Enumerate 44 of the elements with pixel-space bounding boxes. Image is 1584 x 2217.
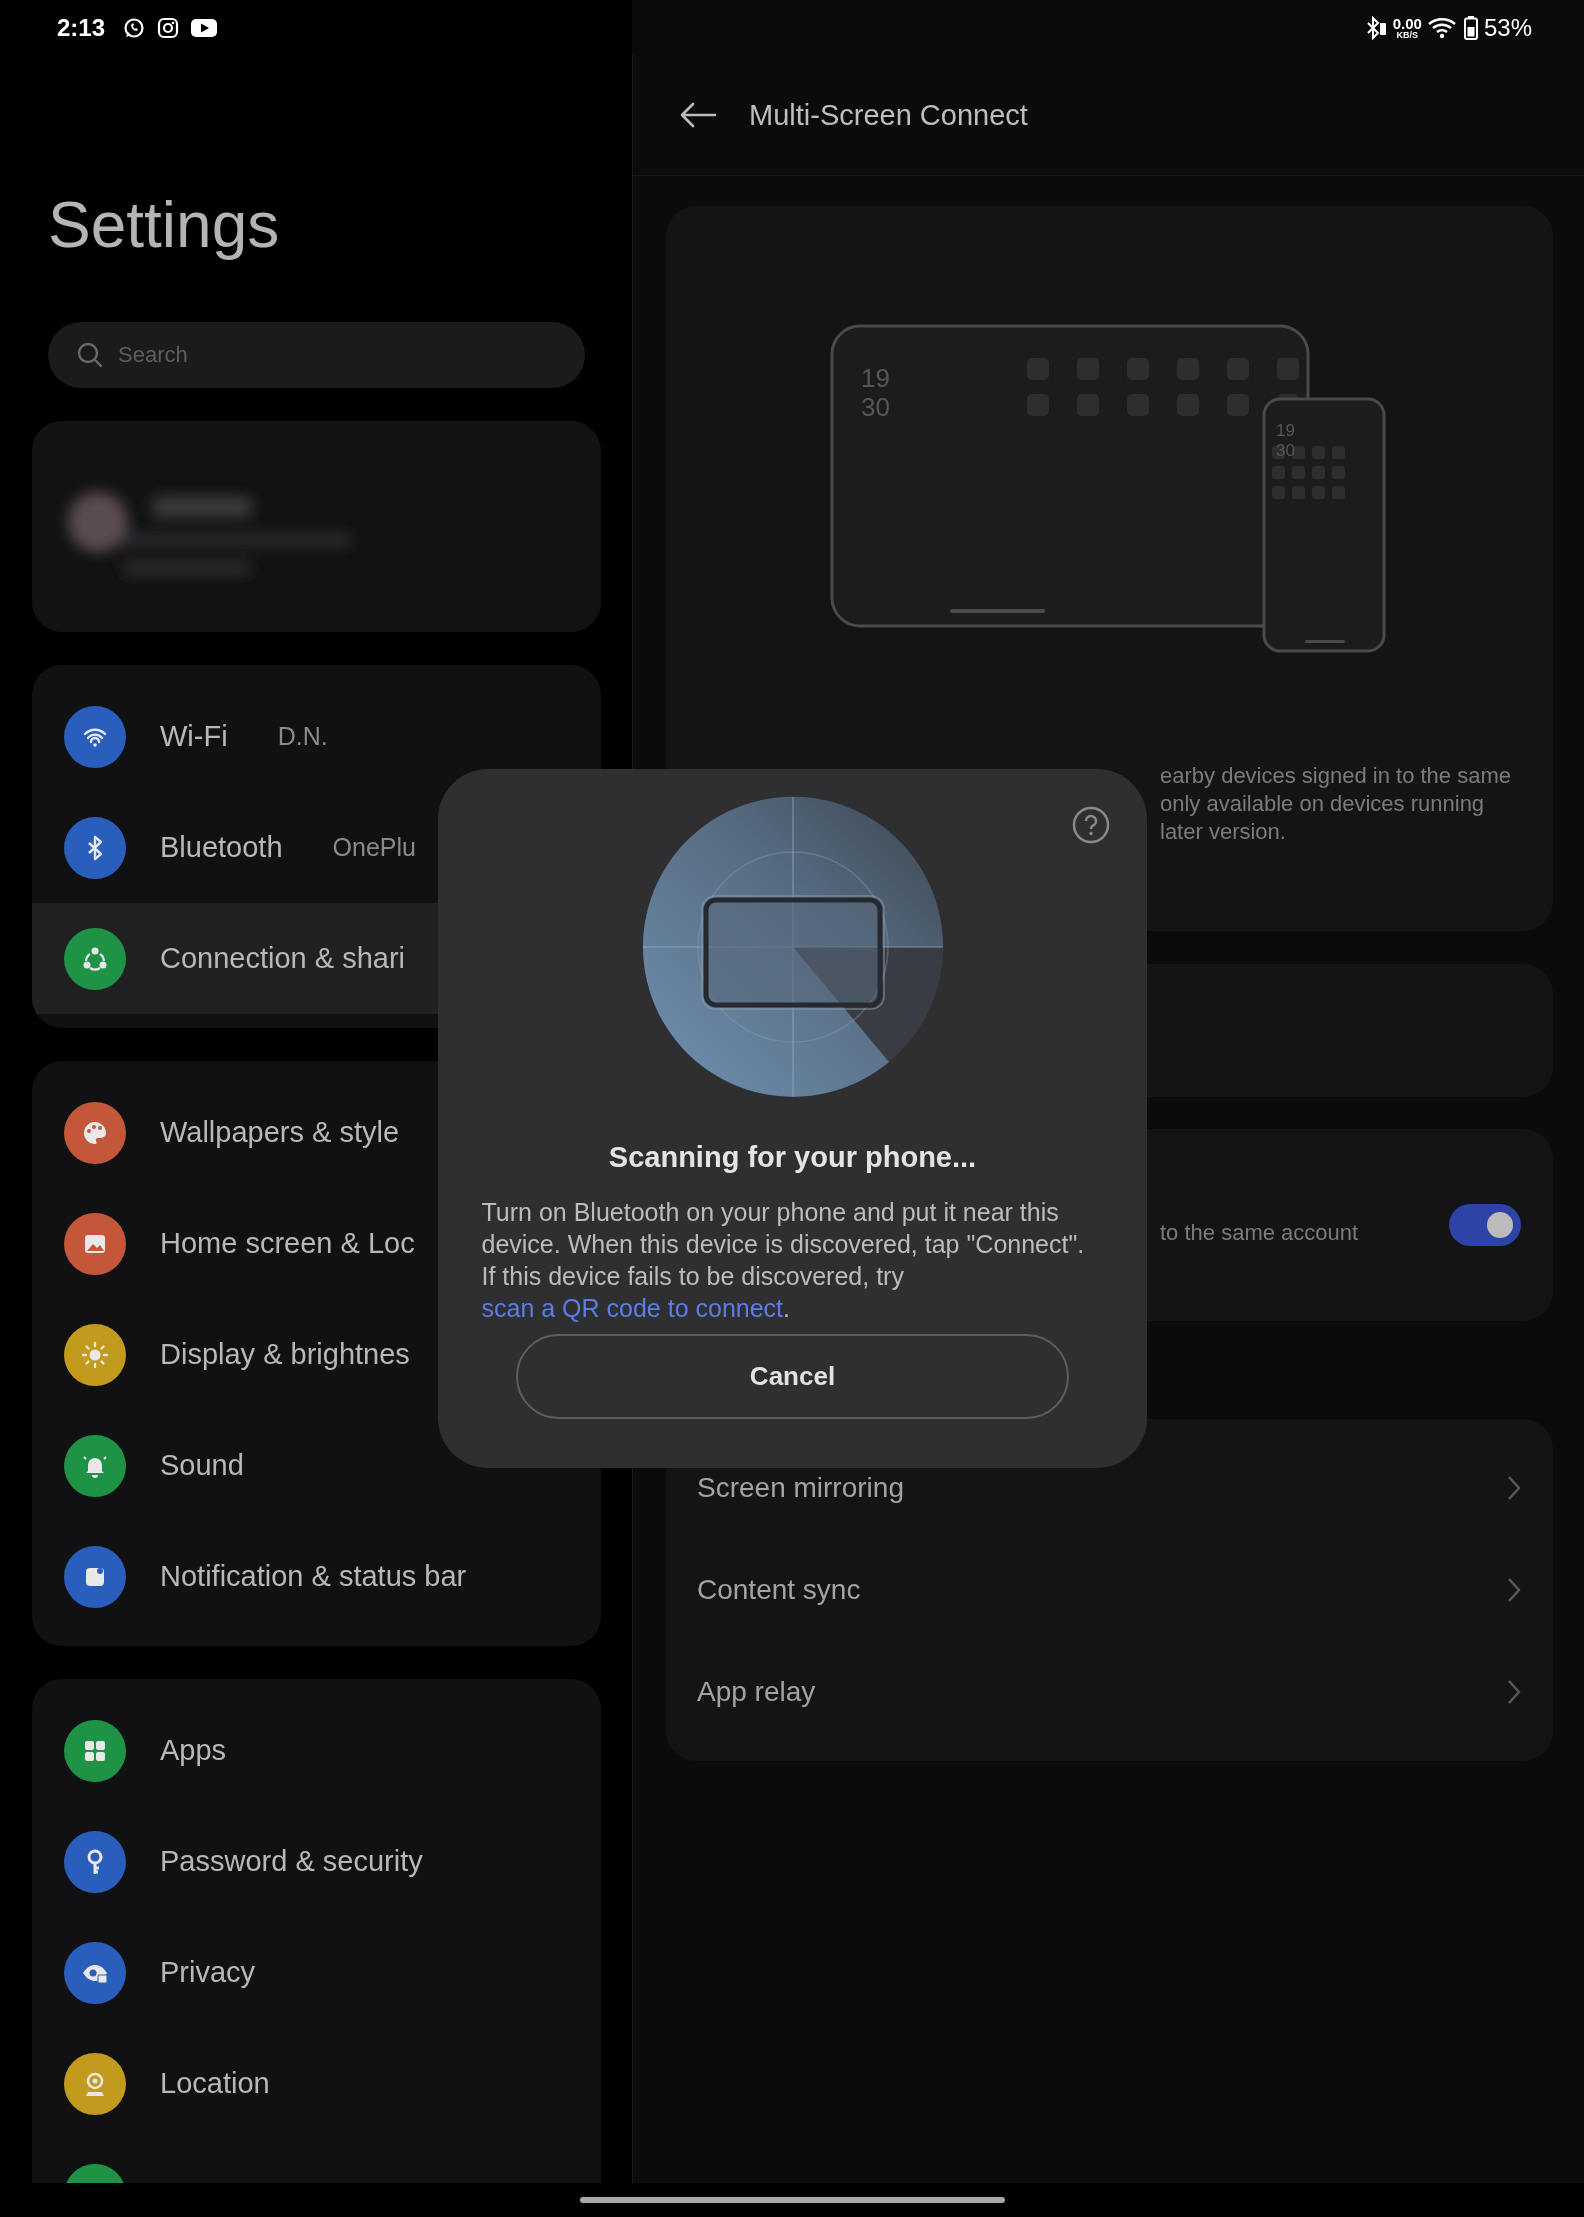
settings-item[interactable]: Password & security (32, 1806, 601, 1917)
bluetooth-icon (1364, 15, 1387, 40)
help-icon[interactable] (1072, 806, 1110, 844)
dialog-title: Scanning for your phone... (608, 1141, 977, 1174)
cancel-button[interactable]: Cancel (516, 1334, 1069, 1419)
item-value: D.N. (277, 722, 328, 751)
description-text: later version. (1160, 818, 1287, 846)
clock-time: 2:13 (57, 13, 106, 42)
battery-icon (1463, 15, 1478, 40)
settings-item[interactable]: Notification & status bar (32, 1521, 601, 1632)
back-icon[interactable] (679, 101, 717, 129)
qr-code-link[interactable]: scan a QR code to connect (481, 1294, 784, 1322)
video-play-icon (191, 17, 218, 38)
settings-item[interactable]: Privacy (32, 1917, 601, 2028)
chat-icon (123, 16, 146, 39)
settings-item[interactable]: Wi-Fi D.N. (32, 681, 601, 792)
item-value: OnePlu (332, 833, 416, 862)
chevron-icon (1507, 1577, 1521, 1603)
data-unit: KB/S (1396, 30, 1419, 40)
camera-icon (157, 16, 180, 39)
settings-item[interactable]: Location (32, 2028, 601, 2139)
settings-item[interactable]: Apps (32, 1695, 601, 1806)
clock-text: 19 (1276, 421, 1295, 440)
clock-text: 19 (861, 363, 890, 393)
description-text: only available on devices running (1160, 790, 1486, 818)
toggle-switch[interactable] (1449, 1204, 1521, 1246)
page-title: Multi-Screen Connect (749, 98, 1028, 132)
settings-item[interactable]: Bluetooth OnePlu (32, 792, 601, 903)
dialog-message: Turn on Bluetooth on your phone and put it near this device. When this device is discovered, tap "Connect". If this device fails to be discovered, try scan a QR code to connect. (481, 1197, 1086, 1324)
settings-item[interactable]: App relay (666, 1641, 1553, 1743)
clock-text: 30 (1276, 441, 1295, 460)
setting-description: to the same account (1160, 1220, 1359, 1246)
settings-item[interactable]: Content sync (666, 1539, 1553, 1641)
battery-level: 53% (1483, 13, 1532, 42)
wifi-icon (1427, 16, 1458, 39)
page-title: Settings (48, 188, 281, 263)
clock-text: 30 (861, 392, 890, 422)
description-text: earby devices signed in to the same (1160, 762, 1512, 790)
chevron-icon (1507, 1475, 1521, 1501)
settings-item[interactable]: Wallpapers & style (32, 1077, 601, 1188)
settings-item[interactable]: Screen mirroring (666, 1437, 1553, 1539)
search-field[interactable]: Search (48, 322, 585, 388)
chevron-icon (1507, 1679, 1521, 1705)
data-rate: 0.00 (1392, 15, 1422, 31)
